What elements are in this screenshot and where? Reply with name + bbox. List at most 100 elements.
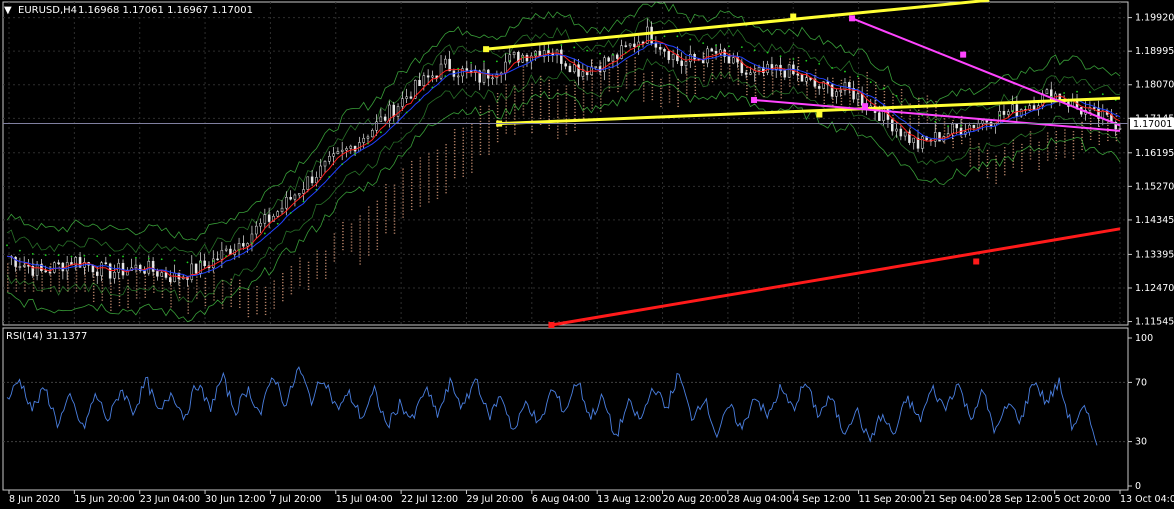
- cloud-dot: [986, 170, 989, 173]
- cloud-dot: [505, 114, 507, 116]
- cloud-dot: [462, 169, 465, 171]
- cloud-dot: [668, 80, 671, 82]
- trendlines[interactable]: [483, 0, 1121, 328]
- cloud-dot: [1055, 134, 1058, 136]
- cloud-dot: [548, 112, 550, 115]
- candle-body: [18, 266, 22, 268]
- candle-body: [607, 57, 610, 62]
- cloud-dot: [522, 93, 525, 95]
- cloud-dot: [178, 287, 181, 290]
- cloud-dot: [754, 95, 757, 97]
- cloud-dot: [514, 91, 516, 93]
- cloud-dot: [410, 199, 413, 202]
- cloud-dot: [1029, 158, 1032, 160]
- cloud-dot: [479, 132, 482, 135]
- cloud-dot: [522, 114, 525, 116]
- cloud-dot: [196, 285, 198, 287]
- cloud-dot: [591, 95, 593, 97]
- cloud-dot: [926, 107, 929, 109]
- cloud-dot: [445, 174, 447, 176]
- cloud-dot: [110, 306, 112, 308]
- cloud-dot: [728, 50, 731, 52]
- cloud-dot: [410, 184, 413, 187]
- cloud-dot: [557, 98, 559, 100]
- cloud-dot: [230, 290, 232, 292]
- cloud-dot: [290, 293, 293, 295]
- cloud-dot: [471, 135, 473, 137]
- cloud-dot: [376, 215, 379, 217]
- cloud-dot: [393, 232, 396, 234]
- trendline-red-support[interactable]: [551, 227, 1121, 327]
- cloud-dot: [230, 299, 232, 301]
- cloud-dot: [488, 132, 490, 134]
- candle-body: [418, 80, 421, 86]
- cloud-dot: [110, 300, 112, 302]
- cloud-dot: [660, 99, 662, 102]
- cloud-dot: [436, 191, 439, 193]
- cloud-dot: [7, 278, 9, 280]
- cloud-dot: [1072, 131, 1075, 133]
- cloud-dot: [522, 75, 525, 77]
- cloud-dot: [118, 304, 121, 307]
- cloud-dot: [531, 98, 533, 100]
- chart-header-arrow-icon[interactable]: ▼: [4, 5, 12, 16]
- cloud-dot: [522, 84, 525, 86]
- trendline-anchor: [790, 13, 797, 20]
- cloud-dot: [488, 105, 490, 107]
- cloud-dot: [1029, 131, 1032, 133]
- cloud-dot: [221, 304, 224, 306]
- cloud-dot: [565, 97, 568, 99]
- price-tick-label: 1.11545: [1135, 317, 1174, 328]
- cloud-dot: [1038, 144, 1040, 146]
- cloud-dot: [445, 189, 447, 191]
- cloud-dot: [32, 287, 35, 289]
- cloud-dot: [823, 90, 825, 92]
- trendline-yellow-upper[interactable]: [485, 0, 990, 51]
- cloud-dot: [703, 71, 705, 73]
- cloud-dot: [221, 289, 224, 291]
- candle-body: [340, 149, 344, 152]
- cloud-dot: [978, 143, 980, 145]
- candle-body: [998, 111, 1001, 125]
- chart-canvas[interactable]: 1.199201.189951.180701.171451.161951.152…: [0, 0, 1174, 509]
- candle-body: [899, 128, 903, 137]
- cloud-dot: [522, 99, 525, 101]
- candle-body: [1045, 89, 1049, 95]
- candle-body: [800, 74, 804, 82]
- ma-green-dot: [212, 260, 215, 262]
- cloud-dot: [900, 116, 903, 118]
- ma-green-dot: [173, 259, 176, 262]
- cloud-dot: [668, 74, 671, 76]
- candle-body: [100, 262, 103, 276]
- cloud-dot: [15, 287, 18, 289]
- cloud-dot: [488, 144, 490, 146]
- cloud-dot: [1089, 129, 1092, 132]
- trading-chart-window[interactable]: 1.199201.189951.180701.171451.161951.152…: [0, 0, 1174, 509]
- cloud-dot: [574, 84, 576, 87]
- cloud-dot: [58, 287, 61, 289]
- candle-body: [173, 272, 176, 283]
- cloud-dot: [737, 71, 740, 73]
- cloud-dot: [410, 208, 413, 211]
- cloud-dot: [462, 148, 465, 150]
- cloud-dot: [350, 226, 353, 228]
- cloud-dot: [1072, 155, 1075, 157]
- candle-body: [276, 211, 279, 217]
- cloud-dot: [857, 80, 860, 83]
- cloud-dot: [84, 278, 86, 280]
- cloud-dot: [367, 227, 370, 229]
- cloud-dot: [204, 283, 207, 286]
- cloud-dot: [445, 180, 447, 182]
- candle-body: [912, 137, 915, 143]
- cloud-dot: [591, 83, 593, 85]
- cloud-dot: [471, 156, 473, 158]
- cloud-dot: [1072, 146, 1075, 148]
- trendline-anchor: [548, 322, 555, 328]
- cloud-dot: [462, 160, 465, 162]
- time-tick-label: 11 Sep 20:00: [859, 494, 922, 505]
- cloud-dot: [505, 84, 507, 86]
- cloud-dot: [471, 126, 473, 128]
- cloud-dot: [746, 93, 748, 96]
- rsi-axis: 100 70 30 0: [1128, 333, 1153, 492]
- cloud-dot: [342, 239, 344, 242]
